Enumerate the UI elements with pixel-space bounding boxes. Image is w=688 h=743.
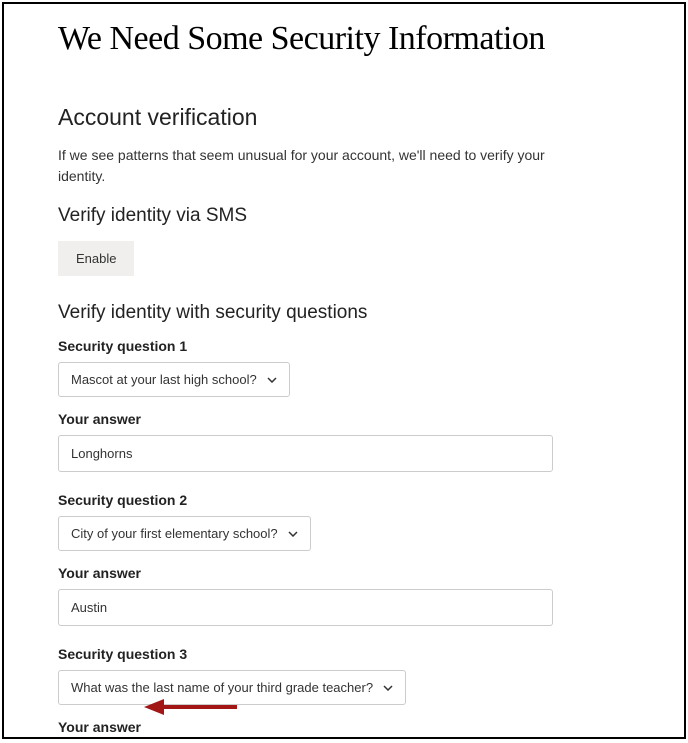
- verification-description: If we see patterns that seem unusual for…: [58, 145, 578, 187]
- chevron-down-icon: [288, 531, 298, 537]
- answer-1-input[interactable]: [58, 435, 553, 472]
- enable-sms-button[interactable]: Enable: [58, 241, 134, 276]
- answer-3-label: Your answer: [58, 719, 630, 735]
- question-2-select[interactable]: City of your first elementary school?: [58, 516, 311, 551]
- chevron-down-icon: [267, 377, 277, 383]
- question-1-select[interactable]: Mascot at your last high school?: [58, 362, 290, 397]
- answer-2-input[interactable]: [58, 589, 553, 626]
- chevron-down-icon: [383, 685, 393, 691]
- account-verification-heading: Account verification: [58, 104, 630, 131]
- question-3-selected-text: What was the last name of your third gra…: [71, 680, 373, 695]
- question-3-label: Security question 3: [58, 646, 630, 662]
- sms-heading: Verify identity via SMS: [58, 205, 630, 227]
- question-3-select[interactable]: What was the last name of your third gra…: [58, 670, 406, 705]
- answer-2-label: Your answer: [58, 565, 630, 581]
- question-1-selected-text: Mascot at your last high school?: [71, 372, 257, 387]
- answer-1-label: Your answer: [58, 411, 630, 427]
- question-2-selected-text: City of your first elementary school?: [71, 526, 278, 541]
- question-2-label: Security question 2: [58, 492, 630, 508]
- page-title: We Need Some Security Information: [58, 20, 630, 58]
- security-questions-heading: Verify identity with security questions: [58, 302, 630, 324]
- question-1-label: Security question 1: [58, 338, 630, 354]
